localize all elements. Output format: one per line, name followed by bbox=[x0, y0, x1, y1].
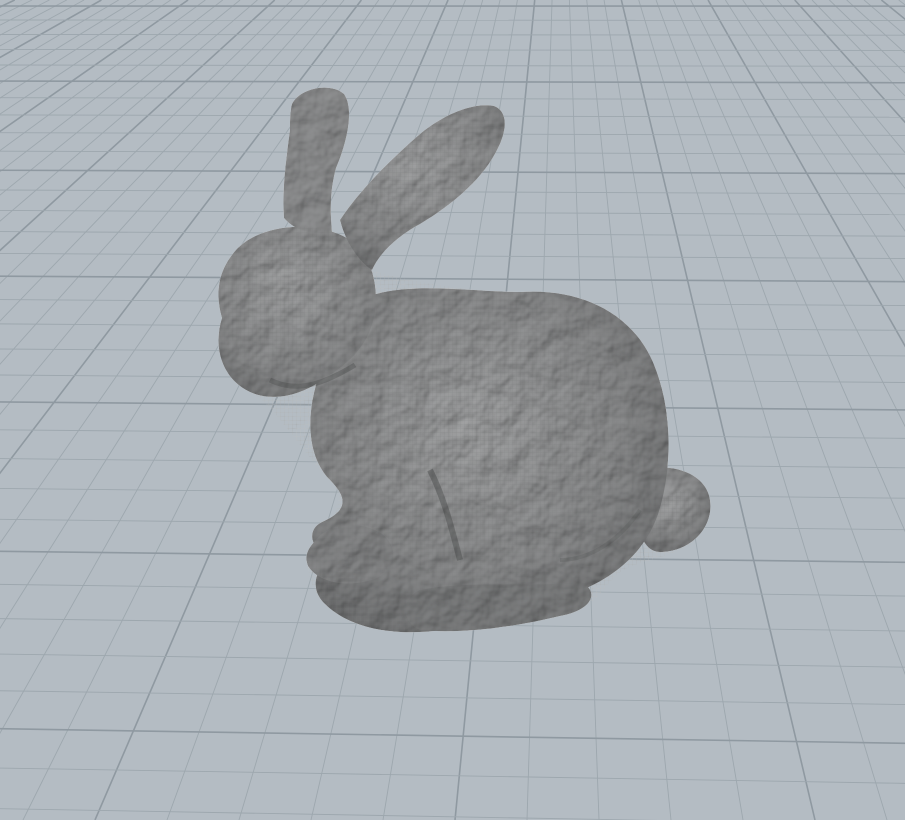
3d-viewport[interactable] bbox=[0, 0, 905, 820]
viewport-scene[interactable] bbox=[0, 0, 905, 820]
